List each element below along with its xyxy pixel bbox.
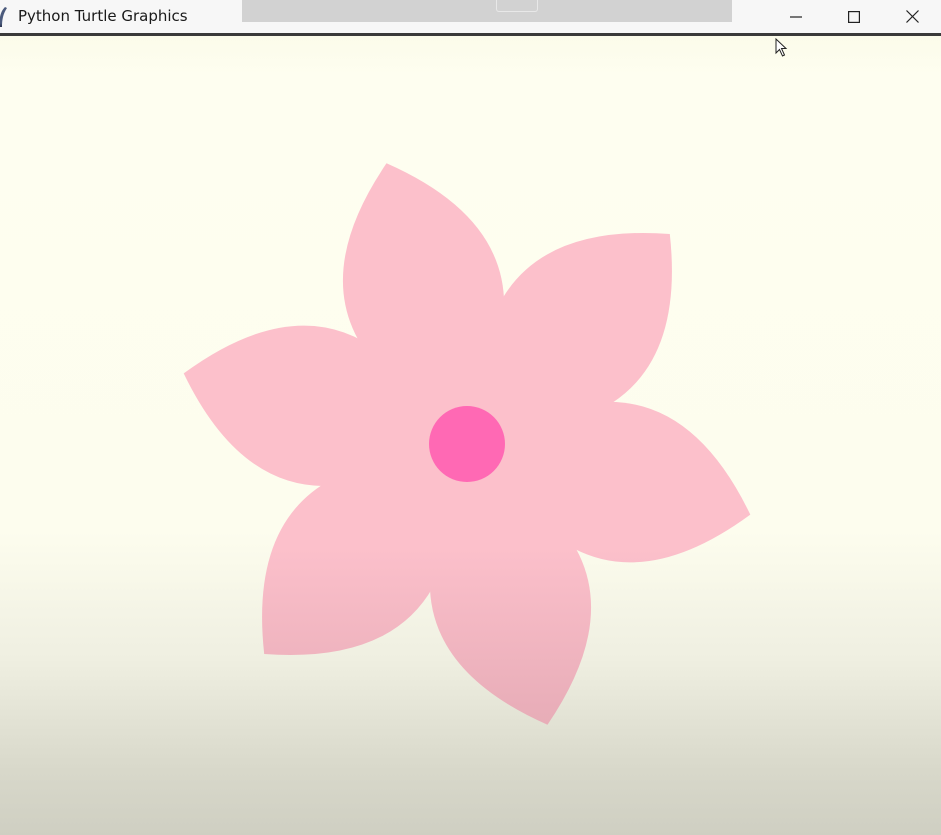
mouse-pointer-icon <box>775 38 788 57</box>
maximize-button[interactable] <box>825 0 883 33</box>
title-bar-overlay <box>242 0 732 22</box>
title-bar-overlay-tab <box>496 0 538 12</box>
turtle-window: Python Turtle Graphics <box>0 0 941 835</box>
flower-drawing <box>183 163 751 725</box>
maximize-icon <box>848 10 860 23</box>
minimize-icon <box>790 15 802 18</box>
close-icon <box>905 10 919 23</box>
window-title: Python Turtle Graphics <box>18 7 188 25</box>
close-button[interactable] <box>883 0 941 33</box>
title-bar[interactable]: Python Turtle Graphics <box>0 0 941 36</box>
flower-center <box>429 406 505 482</box>
turtle-canvas[interactable] <box>0 36 941 835</box>
feather-icon <box>0 7 7 27</box>
minimize-button[interactable] <box>767 0 825 33</box>
